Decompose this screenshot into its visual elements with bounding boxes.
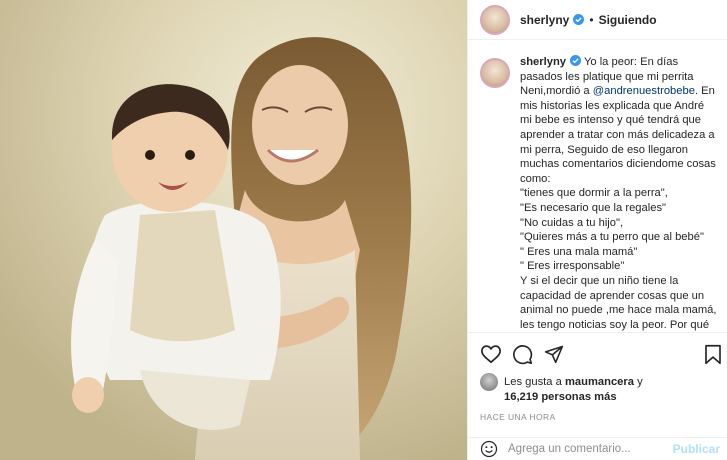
- likes-first-user[interactable]: maumancera: [565, 376, 634, 388]
- author-avatar[interactable]: [480, 4, 510, 35]
- post-photo[interactable]: [0, 0, 467, 460]
- liker-avatar[interactable]: [480, 373, 498, 391]
- following-button[interactable]: Siguiendo: [599, 13, 657, 27]
- verified-badge-icon: [570, 55, 582, 66]
- caption-username[interactable]: sherlyny: [520, 56, 566, 68]
- post-side-panel: sherlyny • Siguiendo sherlyny Yo la peor…: [467, 0, 727, 460]
- comment-input[interactable]: [508, 443, 673, 455]
- caption-area: sherlyny Yo la peor: En días pasados les…: [468, 55, 727, 332]
- caption-text-rest: . En mis historias les explicada que And…: [520, 85, 717, 331]
- action-bar: [468, 332, 727, 374]
- emoji-smile-icon[interactable]: [480, 440, 498, 458]
- post-caption: sherlyny Yo la peor: En días pasados les…: [520, 55, 718, 332]
- verified-badge-icon: [573, 14, 585, 25]
- comment-bubble-icon[interactable]: [512, 344, 533, 365]
- heart-icon[interactable]: [480, 344, 502, 364]
- mother-and-baby-photo: [0, 0, 467, 460]
- author-username[interactable]: sherlyny: [520, 13, 569, 27]
- publish-button[interactable]: Publicar: [673, 442, 720, 456]
- likes-summary: Les gusta a maumancera y 16,219 personas…: [480, 373, 720, 405]
- caption-mention-link[interactable]: @andrenuestrobebe: [593, 85, 695, 97]
- likes-prefix: Les gusta a: [504, 376, 565, 388]
- paper-plane-icon[interactable]: [544, 344, 564, 364]
- likes-text: Les gusta a maumancera y 16,219 personas…: [504, 375, 643, 405]
- add-comment-row: Publicar: [468, 437, 727, 460]
- post-timestamp[interactable]: HACE UNA HORA: [480, 412, 556, 422]
- likes-count[interactable]: 16,219 personas más: [504, 391, 617, 403]
- caption-author-avatar[interactable]: [480, 58, 510, 88]
- bookmark-icon[interactable]: [704, 344, 722, 365]
- likes-connector: y: [633, 376, 643, 388]
- header-separator: •: [589, 12, 594, 27]
- post-header: sherlyny • Siguiendo: [468, 0, 727, 40]
